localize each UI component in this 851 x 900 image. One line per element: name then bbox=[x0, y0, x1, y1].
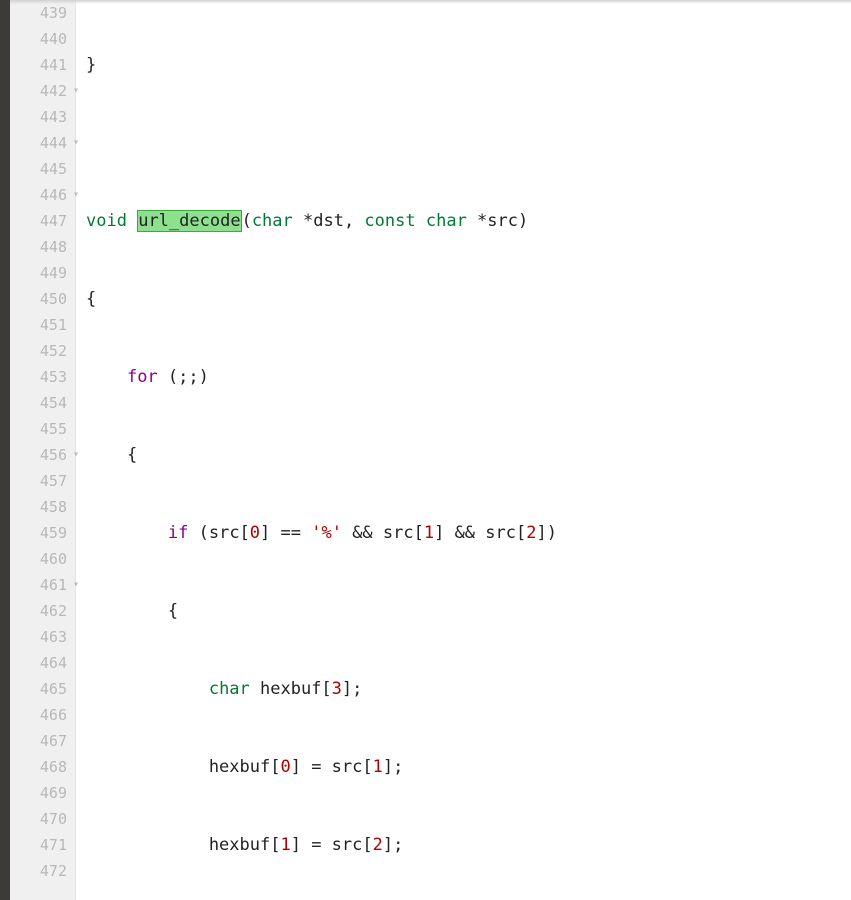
line-number[interactable]: 462 bbox=[10, 598, 75, 624]
line-number[interactable]: 456 bbox=[10, 442, 75, 468]
line-number[interactable]: 471 bbox=[10, 832, 75, 858]
code-content[interactable]: } void url_decode(char *dst, const char … bbox=[76, 0, 851, 900]
editor-area[interactable]: 4394404414424434444454464474484494504514… bbox=[10, 0, 851, 900]
keyword-void: void bbox=[86, 211, 127, 231]
line-number[interactable]: 449 bbox=[10, 260, 75, 286]
top-shadow bbox=[10, 0, 851, 4]
line-number[interactable]: 459 bbox=[10, 520, 75, 546]
code-line[interactable]: for (;;) bbox=[76, 364, 851, 390]
line-number[interactable]: 451 bbox=[10, 312, 75, 338]
line-number[interactable]: 460 bbox=[10, 546, 75, 572]
line-number[interactable]: 443 bbox=[10, 104, 75, 130]
window-left-strip bbox=[0, 0, 10, 900]
line-number[interactable]: 465 bbox=[10, 676, 75, 702]
line-number[interactable]: 472 bbox=[10, 858, 75, 884]
line-number[interactable]: 467 bbox=[10, 728, 75, 754]
line-number[interactable]: 470 bbox=[10, 806, 75, 832]
code-line[interactable]: hexbuf[0] = src[1]; bbox=[76, 754, 851, 780]
code-line[interactable]: { bbox=[76, 598, 851, 624]
code-line[interactable]: { bbox=[76, 442, 851, 468]
line-number-gutter[interactable]: 4394404414424434444454464474484494504514… bbox=[10, 0, 76, 900]
line-number[interactable]: 439 bbox=[10, 0, 75, 26]
code-line[interactable]: char hexbuf[3]; bbox=[76, 676, 851, 702]
line-number[interactable]: 458 bbox=[10, 494, 75, 520]
line-number[interactable]: 452 bbox=[10, 338, 75, 364]
selection-url-decode[interactable]: url_decode bbox=[137, 210, 241, 232]
line-number[interactable]: 469 bbox=[10, 780, 75, 806]
line-number[interactable]: 468 bbox=[10, 754, 75, 780]
code-line[interactable]: void url_decode(char *dst, const char *s… bbox=[76, 208, 851, 234]
line-number[interactable]: 440 bbox=[10, 26, 75, 52]
line-number[interactable]: 447 bbox=[10, 208, 75, 234]
line-number[interactable]: 454 bbox=[10, 390, 75, 416]
line-number[interactable]: 450 bbox=[10, 286, 75, 312]
line-number[interactable]: 442 bbox=[10, 78, 75, 104]
line-number[interactable]: 461 bbox=[10, 572, 75, 598]
code-line[interactable] bbox=[76, 130, 851, 156]
code-line[interactable]: } bbox=[76, 52, 851, 78]
line-number[interactable]: 446 bbox=[10, 182, 75, 208]
code-line[interactable]: hexbuf[1] = src[2]; bbox=[76, 832, 851, 858]
line-number[interactable]: 453 bbox=[10, 364, 75, 390]
code-line[interactable]: { bbox=[76, 286, 851, 312]
line-number[interactable]: 455 bbox=[10, 416, 75, 442]
line-number[interactable]: 463 bbox=[10, 624, 75, 650]
brace: } bbox=[86, 55, 96, 75]
code-line[interactable]: if (src[0] == '%' && src[1] && src[2]) bbox=[76, 520, 851, 546]
line-number[interactable]: 445 bbox=[10, 156, 75, 182]
line-number[interactable]: 466 bbox=[10, 702, 75, 728]
line-number[interactable]: 457 bbox=[10, 468, 75, 494]
line-number[interactable]: 464 bbox=[10, 650, 75, 676]
line-number[interactable]: 448 bbox=[10, 234, 75, 260]
line-number[interactable]: 441 bbox=[10, 52, 75, 78]
line-number[interactable]: 444 bbox=[10, 130, 75, 156]
